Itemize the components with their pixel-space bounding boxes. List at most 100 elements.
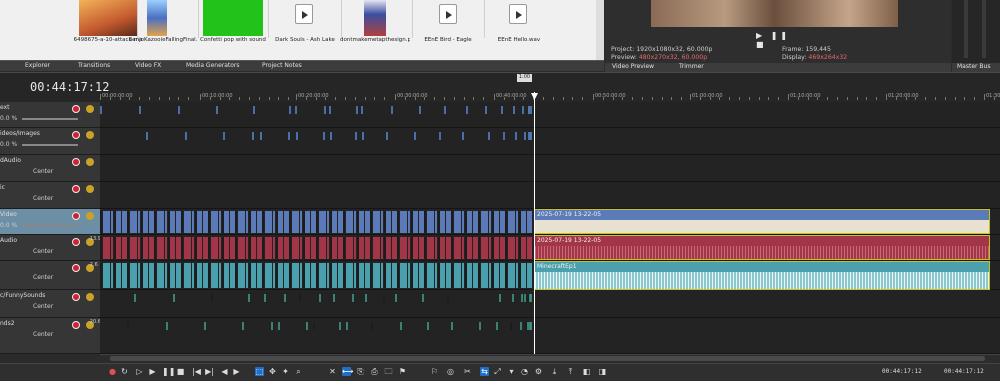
toolbar-button[interactable]: ❚❚ xyxy=(162,367,175,376)
timeline-event[interactable]: 2025-07-19 13-22-05 xyxy=(534,209,990,234)
audio-file-icon[interactable] xyxy=(295,4,313,24)
toolbar-button[interactable]: ⚑ xyxy=(398,367,407,376)
timeline-tracks[interactable]: 2025-07-19 13-22-05 2025-07-19 13-22-05 Mi… xyxy=(100,102,1000,354)
toolbar-button[interactable]: ▶| xyxy=(205,367,214,376)
mute-icon[interactable] xyxy=(72,293,80,301)
toolbar-button[interactable]: ✕ xyxy=(328,367,337,376)
toolbar-button[interactable]: ◨ xyxy=(598,367,607,376)
audio-file-icon[interactable] xyxy=(439,4,457,24)
level-slider[interactable] xyxy=(22,118,78,120)
media-scrollbar[interactable] xyxy=(596,0,604,60)
tab-media-generators[interactable]: Media Generators xyxy=(186,62,240,69)
toolbar-button[interactable]: ◧ xyxy=(582,367,591,376)
toolbar-button[interactable]: ✥ xyxy=(268,367,277,376)
media-thumb-2[interactable] xyxy=(147,0,167,36)
toolbar-button[interactable]: ⌕ xyxy=(294,367,303,376)
mute-icon[interactable] xyxy=(72,158,80,166)
mute-icon[interactable] xyxy=(72,264,80,272)
track-lane[interactable] xyxy=(100,128,1000,155)
tab-video-fx[interactable]: Video FX xyxy=(135,62,161,69)
track-lane[interactable] xyxy=(100,155,1000,182)
preview-transport[interactable]: ▶ ❚❚ ■ xyxy=(756,31,796,49)
media-thumb-1[interactable] xyxy=(79,0,137,36)
tab-master-bus[interactable]: Master Bus xyxy=(957,63,990,70)
track-header[interactable]: dAudio Center xyxy=(0,155,100,182)
toolbar-button[interactable]: ✂ xyxy=(463,367,472,376)
audio-file-icon[interactable] xyxy=(509,4,527,24)
solo-icon[interactable] xyxy=(86,131,94,139)
track-lane[interactable] xyxy=(100,102,1000,128)
timeline-event[interactable]: MinecraftEp1 xyxy=(534,261,990,290)
track-header[interactable]: ic Center xyxy=(0,182,100,209)
track-name: c/FunnySounds xyxy=(0,292,46,299)
solo-icon[interactable] xyxy=(86,293,94,301)
toolbar-button[interactable]: ▶ xyxy=(148,367,157,376)
toolbar-button[interactable]: ● xyxy=(108,367,117,376)
toolbar-button[interactable]: ⤓ xyxy=(550,367,559,376)
level-slider[interactable] xyxy=(22,144,78,146)
solo-icon[interactable] xyxy=(86,105,94,113)
mute-icon[interactable] xyxy=(72,185,80,193)
toolbar-button[interactable]: ■ xyxy=(176,367,185,376)
scrollbar-thumb[interactable] xyxy=(110,356,985,361)
master-tab-bar: Master Bus xyxy=(952,63,1000,72)
toolbar-button[interactable]: ⤒ xyxy=(566,367,575,376)
tab-trimmer[interactable]: Trimmer xyxy=(679,63,704,70)
timeline-event[interactable]: 2025-07-19 13-22-05 xyxy=(534,235,990,260)
toolbar-button[interactable]: ⎘ xyxy=(356,367,365,376)
solo-icon[interactable] xyxy=(86,185,94,193)
tab-explorer[interactable]: Explorer xyxy=(25,62,50,69)
toolbar-button[interactable]: 🗀 xyxy=(384,367,393,376)
level-slider[interactable] xyxy=(22,225,78,227)
toolbar-button[interactable]: |◀ xyxy=(192,367,201,376)
toolbar-button[interactable]: ⚐ xyxy=(430,367,439,376)
toolbar-button[interactable]: ▾ xyxy=(507,367,516,376)
toolbar-button[interactable]: ⇆ xyxy=(480,367,489,376)
solo-icon[interactable] xyxy=(86,158,94,166)
toolbar-button[interactable]: ⬚ xyxy=(255,367,264,376)
track-lane[interactable] xyxy=(100,290,1000,318)
mute-icon[interactable] xyxy=(72,131,80,139)
media-label-7: EEnE Hello.wav xyxy=(497,37,541,43)
timeline-ruler[interactable]: 00:00:00:00 00:10:00:00 00:20:00:00 00:30:0… xyxy=(100,84,1000,100)
track-lane[interactable] xyxy=(100,182,1000,209)
toolbar-button[interactable]: ⟷ xyxy=(342,367,353,376)
solo-icon[interactable] xyxy=(86,212,94,220)
toolbar-button[interactable]: ✦ xyxy=(281,367,290,376)
track-lane[interactable] xyxy=(100,318,1000,354)
toolbar-button[interactable]: ◀ xyxy=(220,367,229,376)
mute-icon[interactable] xyxy=(72,212,80,220)
toolbar-button[interactable]: ⚙ xyxy=(534,367,543,376)
mute-icon[interactable] xyxy=(72,238,80,246)
track-header[interactable]: Center -2.6 xyxy=(0,261,100,290)
media-thumb-3[interactable] xyxy=(203,0,263,36)
mute-icon[interactable] xyxy=(72,105,80,113)
toolbar-button[interactable]: ⎙ xyxy=(370,367,379,376)
media-label-2: BanjoKazooieFallingFinal. xyxy=(128,37,198,43)
playhead-cursor[interactable] xyxy=(534,92,535,356)
frame-info: Frame: 159,445 xyxy=(782,46,831,53)
track-header[interactable]: Audio Center -13.9 xyxy=(0,235,101,261)
media-thumb-5[interactable] xyxy=(364,0,386,36)
track-name: dAudio xyxy=(0,157,21,164)
toolbar-button[interactable]: ↻ xyxy=(120,367,129,376)
loop-region-marker[interactable]: 1:00 xyxy=(517,74,532,82)
track-header[interactable]: nds2 Center -20.6 xyxy=(0,318,101,354)
tab-transitions[interactable]: Transitions xyxy=(78,62,110,69)
track-name: ideos/Images xyxy=(0,130,40,137)
toolbar-button[interactable]: ◔ xyxy=(520,367,529,376)
track-header[interactable]: Video 0.0 % xyxy=(0,209,100,235)
ruler-label: 00:20:00:00 xyxy=(298,93,329,99)
track-header[interactable]: ext 0.0 % xyxy=(0,102,100,128)
track-header[interactable]: ideos/Images 0.0 % xyxy=(0,128,100,155)
tab-video-preview[interactable]: Video Preview xyxy=(612,63,654,70)
toolbar-button[interactable]: ⤢ xyxy=(493,367,502,376)
selection-length: 00:44:17:12 xyxy=(944,368,984,375)
mute-icon[interactable] xyxy=(72,321,80,329)
toolbar-button[interactable]: ▶ xyxy=(232,367,241,376)
toolbar-button[interactable]: ◎ xyxy=(446,367,455,376)
tab-project-notes[interactable]: Project Notes xyxy=(262,62,302,69)
track-level: 0.0 % xyxy=(0,115,18,122)
track-header[interactable]: c/FunnySounds Center xyxy=(0,290,100,318)
toolbar-button[interactable]: ▷ xyxy=(135,367,144,376)
